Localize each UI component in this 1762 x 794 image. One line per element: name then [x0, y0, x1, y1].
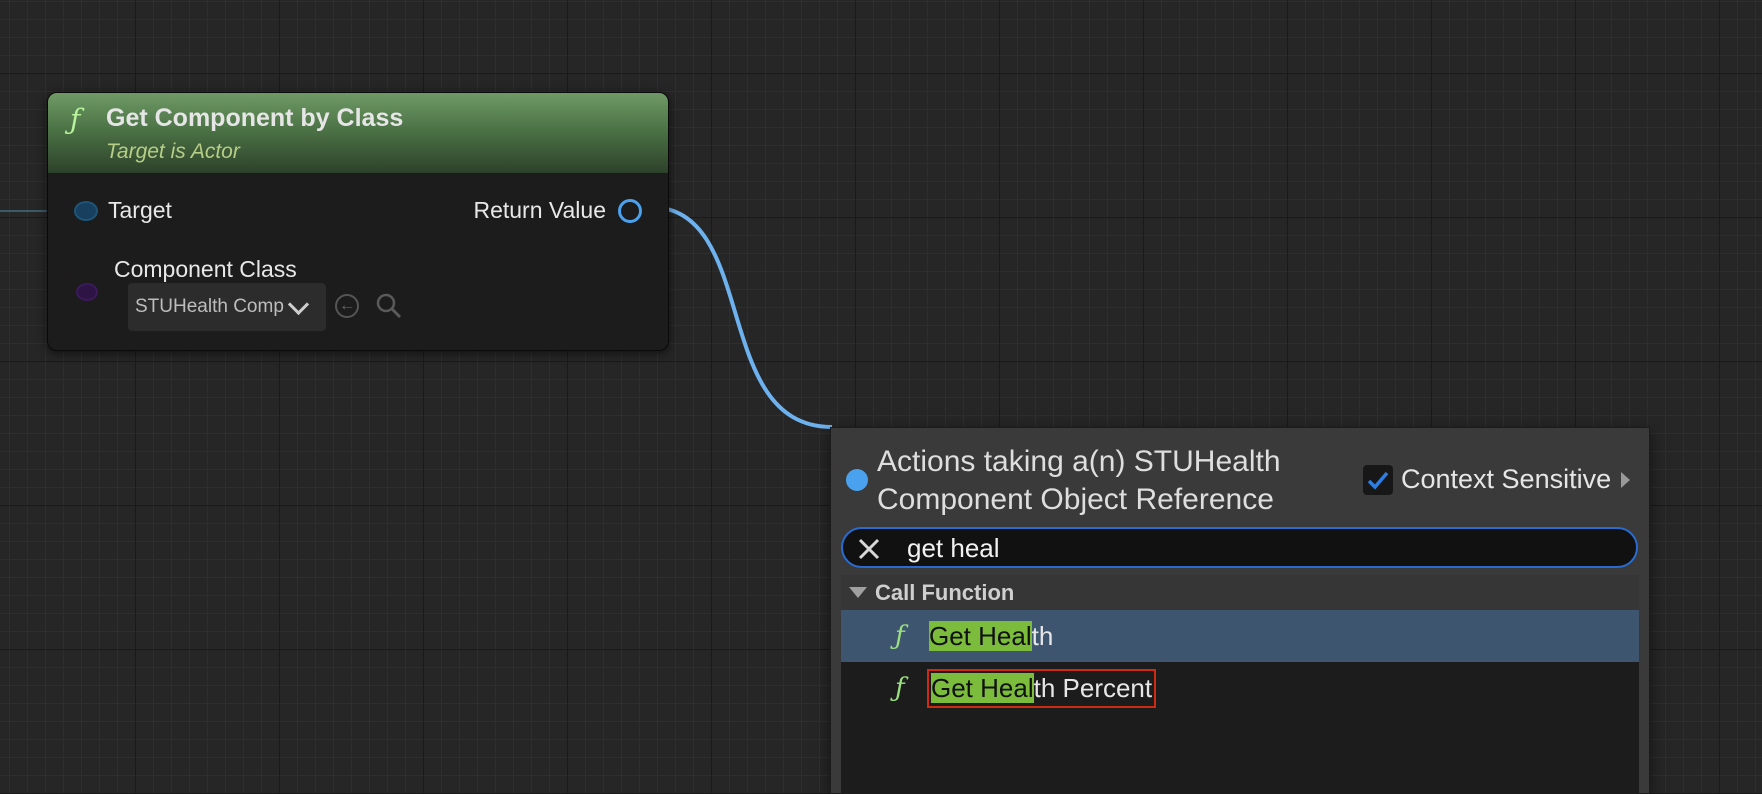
- object-reference-pin-icon: [846, 469, 868, 491]
- target-pin-label: Target: [108, 197, 172, 223]
- component-class-value: STUHealth Comp: [135, 296, 284, 317]
- checkmark-icon: [1367, 471, 1389, 490]
- category-label: Call Function: [875, 579, 1015, 605]
- action-item-label: Get Health Percent: [927, 668, 1157, 708]
- clear-search-icon[interactable]: [857, 537, 881, 561]
- action-item-label: Get Health: [927, 619, 1055, 654]
- node-subtitle: Target is Actor: [106, 140, 240, 163]
- return-value-label: Return Value: [473, 197, 606, 223]
- action-menu-title: Actions taking a(n) STUHealth Component …: [877, 445, 1281, 516]
- component-class-dropdown[interactable]: STUHealth Comp: [128, 283, 326, 331]
- function-icon: ƒ: [70, 103, 81, 136]
- context-sensitive-checkbox[interactable]: [1363, 464, 1393, 495]
- search-match-highlight: Get Heal: [931, 672, 1034, 703]
- action-list[interactable]: Call Function ƒ Get Health ƒ Get Health …: [841, 575, 1639, 793]
- action-item-label-rest: th Percent: [1033, 672, 1153, 703]
- target-pin-icon[interactable]: [74, 200, 98, 221]
- search-input[interactable]: [905, 532, 1609, 564]
- function-icon: ƒ: [895, 673, 905, 703]
- return-value-pin-icon[interactable]: [618, 198, 642, 223]
- node-header[interactable]: ƒ Get Component by Class Target is Actor: [48, 93, 668, 174]
- component-class-pin-icon[interactable]: [76, 283, 98, 301]
- action-item-get-health[interactable]: ƒ Get Health: [841, 610, 1639, 662]
- search-box[interactable]: [841, 527, 1638, 568]
- category-call-function[interactable]: Call Function: [841, 575, 1639, 610]
- action-item-label-rest: th: [1031, 620, 1054, 651]
- collapse-triangle-icon[interactable]: [849, 587, 867, 598]
- return-value-pin[interactable]: Return Value: [473, 197, 642, 224]
- expand-arrow-icon[interactable]: [1621, 471, 1631, 488]
- use-selected-asset-icon[interactable]: ←: [335, 294, 359, 318]
- node-title: Get Component by Class: [106, 104, 404, 132]
- target-pin[interactable]: Target: [74, 197, 172, 224]
- chevron-down-icon: [287, 293, 310, 315]
- action-item-get-health-percent[interactable]: ƒ Get Health Percent: [841, 662, 1639, 714]
- component-class-label: Component Class: [114, 256, 297, 282]
- browse-icon[interactable]: [375, 292, 403, 320]
- get-component-by-class-node[interactable]: ƒ Get Component by Class Target is Actor…: [47, 92, 669, 351]
- action-menu[interactable]: Actions taking a(n) STUHealth Component …: [830, 427, 1650, 794]
- search-match-highlight: Get Heal: [929, 620, 1032, 651]
- function-icon: ƒ: [895, 621, 905, 651]
- context-sensitive-label: Context Sensitive: [1401, 464, 1612, 494]
- context-sensitive-toggle[interactable]: Context Sensitive: [1363, 464, 1631, 495]
- return-value-wire[interactable]: [649, 205, 833, 429]
